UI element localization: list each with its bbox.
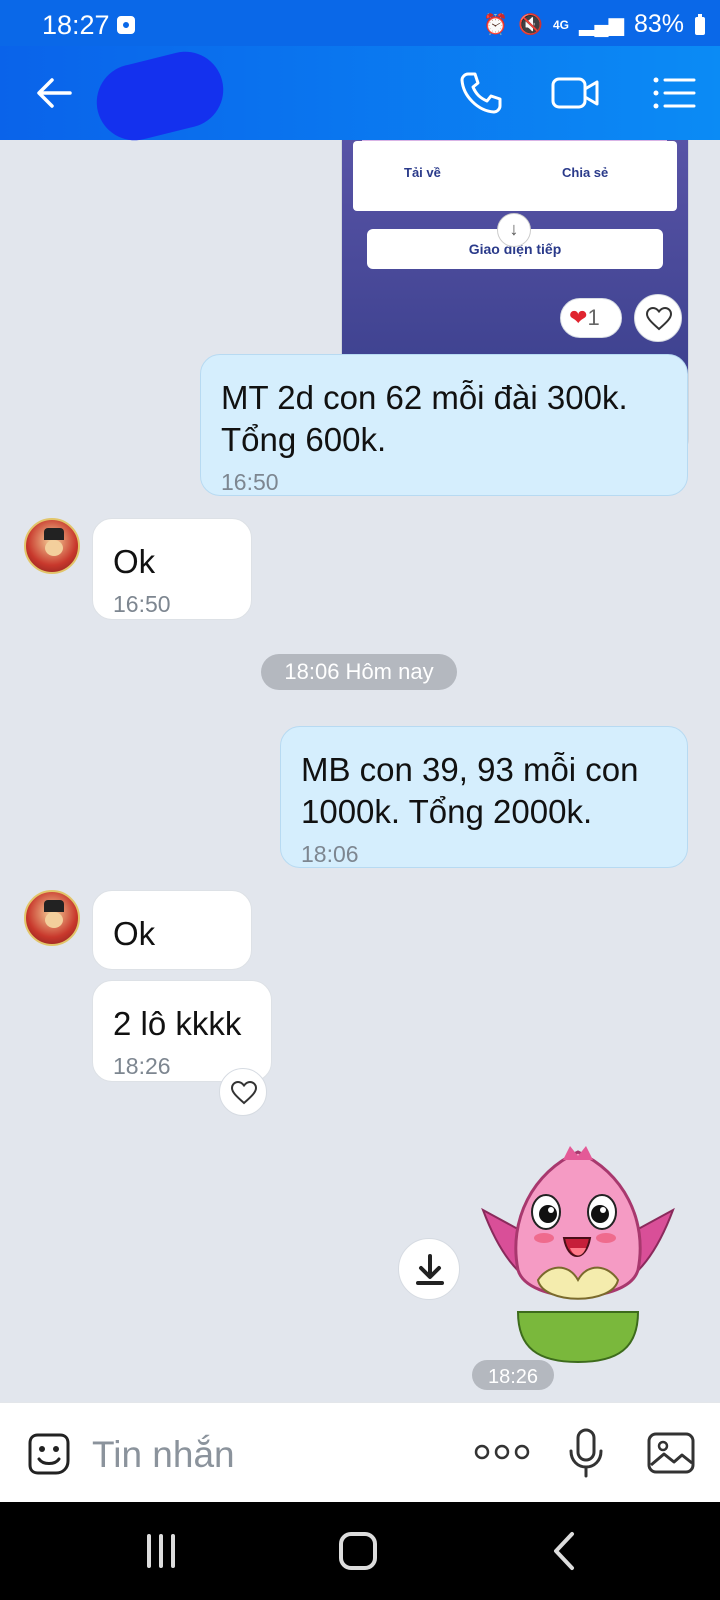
- mute-icon: 🔇: [518, 13, 543, 36]
- microphone-icon: [569, 1428, 603, 1478]
- back-button[interactable]: [34, 72, 76, 114]
- battery-icon: [695, 13, 705, 35]
- phone-icon: [460, 72, 502, 114]
- image-icon: [647, 1432, 695, 1474]
- system-navigation-bar: [0, 1502, 720, 1600]
- message-input-bar: [0, 1402, 720, 1502]
- app-notification-icon: [117, 16, 135, 34]
- message-text: Ok: [113, 915, 156, 952]
- message-bubble-outgoing[interactable]: MB con 39, 93 mỗi con 1000k. Tổng 2000k.…: [280, 726, 688, 868]
- contact-avatar[interactable]: [24, 890, 80, 946]
- heart-outline-icon: [646, 307, 672, 331]
- home-icon: [339, 1532, 377, 1570]
- message-text: 2 lô kkkk: [113, 1005, 242, 1042]
- chat-header: T: [0, 43, 720, 149]
- screenshot-download-label: Tải về: [404, 165, 441, 180]
- sticker-emoji-icon: [28, 1433, 70, 1475]
- voice-call-button[interactable]: [456, 68, 506, 118]
- back-button-system[interactable]: [550, 1528, 580, 1574]
- video-call-button[interactable]: [550, 68, 600, 118]
- message-text: Ok: [113, 543, 156, 580]
- home-button[interactable]: [338, 1528, 378, 1574]
- like-button[interactable]: [219, 1068, 267, 1116]
- message-bubble-incoming[interactable]: Ok 16:50: [92, 518, 252, 620]
- reaction-count: 1: [587, 305, 600, 330]
- signal-icon: ▂▄▆: [579, 13, 624, 36]
- chat-messages[interactable]: Tải về Chia sẻ Giao diện tiếp ↓ ||| ▢ ‹ …: [0, 140, 720, 1402]
- message-time: 18:06: [301, 841, 359, 867]
- send-image-button[interactable]: [646, 1429, 696, 1477]
- message-bubble-incoming[interactable]: Ok: [92, 890, 252, 970]
- download-sticker-button[interactable]: [398, 1238, 460, 1300]
- status-icons: ⏰ 🔇 4G ▂▄▆ 83%: [483, 10, 706, 39]
- battery-level: 83%: [633, 10, 684, 38]
- message-time: 16:50: [221, 469, 279, 495]
- alarm-icon: ⏰: [483, 13, 509, 36]
- back-arrow-icon: [37, 78, 72, 108]
- lotus-sticker-image: [481, 1146, 675, 1364]
- sticker-time: 18:26: [472, 1360, 554, 1390]
- voice-message-button[interactable]: [566, 1427, 606, 1479]
- contact-avatar[interactable]: [24, 518, 80, 574]
- recent-apps-icon: [147, 1534, 175, 1568]
- options-menu-button[interactable]: [650, 68, 700, 118]
- screenshot-download-icon: ↓: [497, 213, 531, 247]
- emoji-button[interactable]: [24, 1429, 74, 1479]
- status-bar: 18:27 ⏰ 🔇 4G ▂▄▆ 83%: [0, 0, 720, 46]
- date-separator: 18:06 Hôm nay: [261, 654, 457, 690]
- like-button[interactable]: [634, 294, 682, 342]
- message-time: 16:50: [113, 591, 171, 617]
- chevron-left-icon: [554, 1532, 574, 1570]
- recent-apps-button[interactable]: [146, 1528, 176, 1574]
- menu-list-icon: [653, 77, 696, 109]
- message-text: MT 2d con 62 mỗi đài 300k. Tổng 600k.: [221, 379, 628, 458]
- network-type: 4G: [553, 17, 570, 32]
- more-options-button[interactable]: [474, 1437, 530, 1467]
- message-input[interactable]: [92, 1433, 432, 1477]
- reaction-count-badge[interactable]: ❤1: [560, 298, 622, 338]
- download-icon: [416, 1254, 444, 1285]
- video-camera-icon: [551, 77, 599, 109]
- heart-outline-icon: [231, 1081, 257, 1105]
- redaction-scribble: [88, 43, 232, 149]
- message-text: MB con 39, 93 mỗi con 1000k. Tổng 2000k.: [301, 751, 639, 830]
- heart-reaction-icon: ❤: [569, 305, 588, 330]
- status-time: 18:27: [42, 10, 110, 40]
- message-bubble-outgoing[interactable]: MT 2d con 62 mỗi đài 300k. Tổng 600k. 16…: [200, 354, 688, 496]
- more-dots-icon: [474, 1444, 530, 1460]
- screenshot-share-label: Chia sẻ: [562, 165, 609, 180]
- lotus-sticker[interactable]: [478, 1140, 678, 1380]
- message-bubble-incoming[interactable]: 2 lô kkkk 18:26: [92, 980, 272, 1082]
